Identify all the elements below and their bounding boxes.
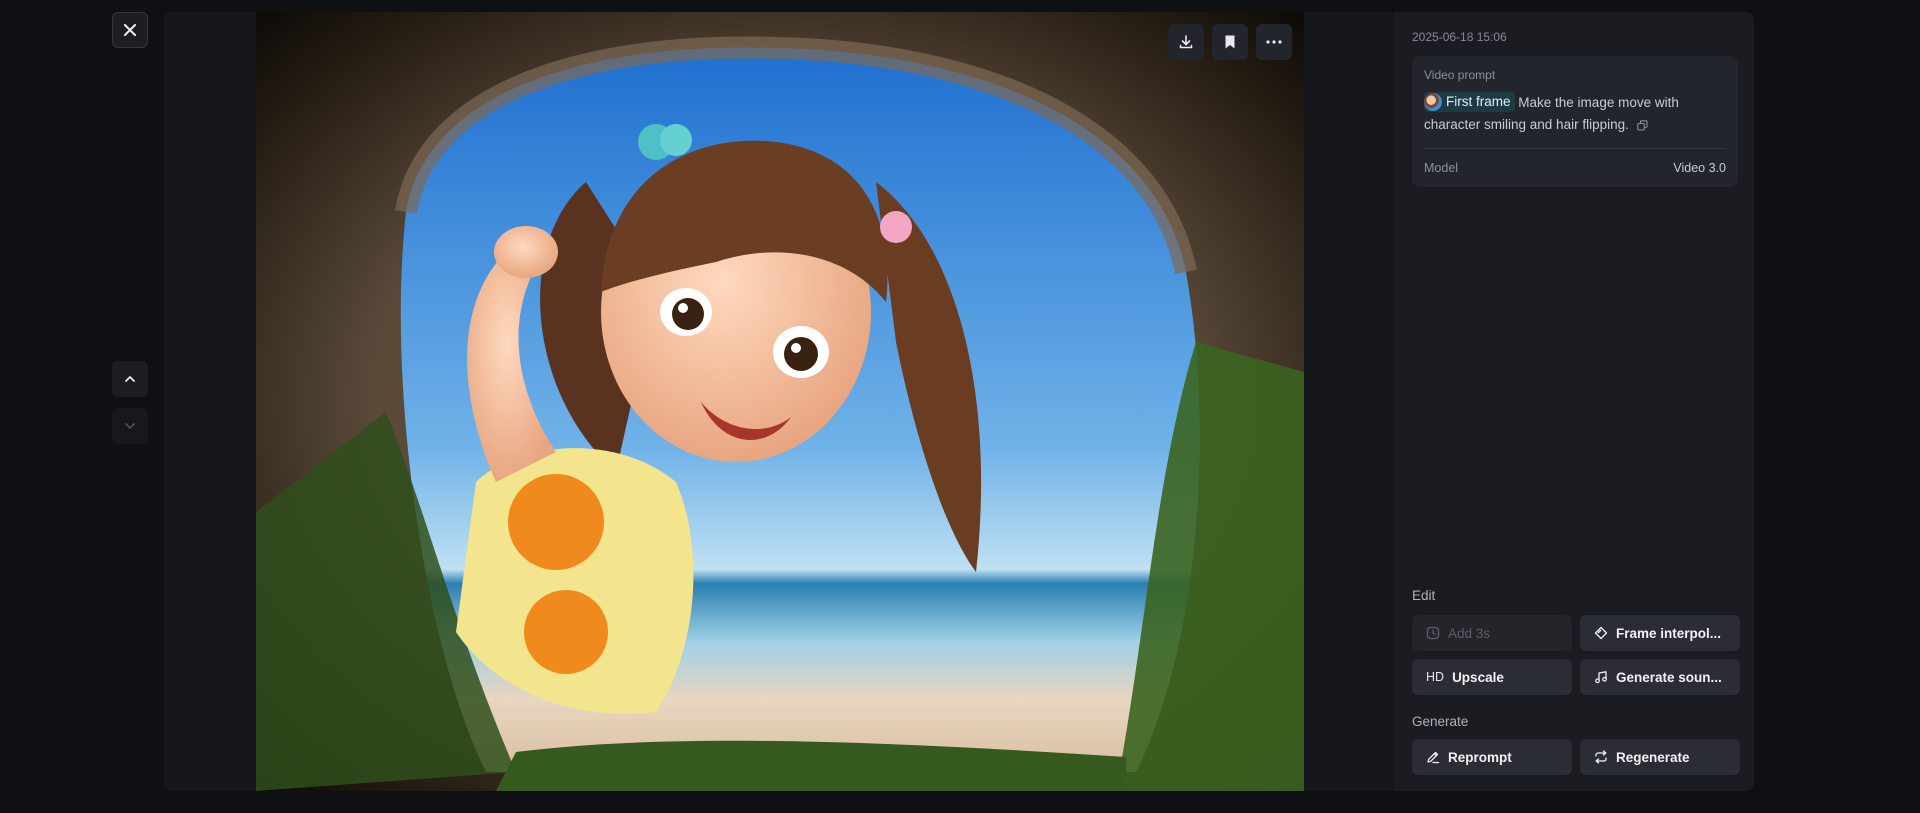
- reprompt-button[interactable]: Reprompt: [1412, 739, 1572, 775]
- chevron-up-icon: [125, 376, 135, 382]
- hd-icon: HD: [1426, 670, 1445, 684]
- regenerate-label: Regenerate: [1616, 749, 1690, 765]
- reprompt-label: Reprompt: [1448, 749, 1512, 765]
- first-frame-chip[interactable]: First frame: [1424, 92, 1515, 112]
- upscale-button[interactable]: HD Upscale: [1412, 659, 1572, 695]
- upscale-label: Upscale: [1452, 669, 1504, 685]
- edit-section-title: Edit: [1412, 588, 1436, 603]
- card-divider: [1424, 148, 1726, 149]
- edit-actions: Add 3s Frame interpol... HD Upscale Gene…: [1412, 615, 1740, 695]
- first-frame-label: First frame: [1446, 94, 1511, 109]
- first-frame-thumbnail: [1424, 93, 1442, 111]
- download-button[interactable]: [1168, 24, 1204, 60]
- frame-interpolation-button[interactable]: Frame interpol...: [1580, 615, 1740, 651]
- download-icon: [1179, 35, 1193, 49]
- repeat-icon: [1595, 750, 1607, 764]
- close-button[interactable]: [112, 12, 148, 48]
- previous-button[interactable]: [112, 361, 148, 397]
- close-icon: [124, 24, 136, 36]
- frame-interpolation-icon: [1594, 626, 1608, 640]
- timestamp: 2025-06-18 15:06: [1412, 30, 1507, 44]
- chevron-down-icon: [125, 423, 135, 429]
- video-preview[interactable]: [256, 12, 1304, 791]
- copy-icon[interactable]: [1636, 120, 1648, 131]
- model-value: Video 3.0: [1673, 161, 1726, 175]
- generate-actions: Reprompt Regenerate: [1412, 739, 1740, 775]
- add-3s-label: Add 3s: [1448, 625, 1491, 641]
- regenerate-button[interactable]: Regenerate: [1580, 739, 1740, 775]
- model-row: Model Video 3.0: [1424, 161, 1726, 175]
- more-options-button[interactable]: [1256, 24, 1292, 60]
- frame-interpolation-label: Frame interpol...: [1616, 625, 1722, 641]
- bookmark-button[interactable]: [1212, 24, 1248, 60]
- generate-sound-label: Generate soun...: [1616, 669, 1722, 685]
- pencil-icon: [1427, 751, 1440, 764]
- model-key: Model: [1424, 161, 1459, 175]
- generate-section-title: Generate: [1412, 714, 1469, 729]
- add-3s-button[interactable]: Add 3s: [1412, 615, 1572, 651]
- next-button[interactable]: [112, 408, 148, 444]
- bookmark-icon: [1225, 35, 1235, 49]
- prompt-text-block: First frame Make the image move with cha…: [1424, 92, 1726, 136]
- generate-sound-button[interactable]: Generate soun...: [1580, 659, 1740, 695]
- clock-plus-icon: [1426, 626, 1440, 640]
- more-icon: [1266, 40, 1282, 44]
- details-panel: 2025-06-18 15:06 Video prompt First fram…: [1394, 12, 1754, 791]
- video-frame-illustration: [256, 12, 1304, 791]
- prompt-label: Video prompt: [1424, 68, 1496, 82]
- prompt-card: Video prompt First frame Make the image …: [1412, 56, 1738, 187]
- music-note-icon: [1595, 671, 1607, 684]
- media-stage: [164, 12, 1394, 791]
